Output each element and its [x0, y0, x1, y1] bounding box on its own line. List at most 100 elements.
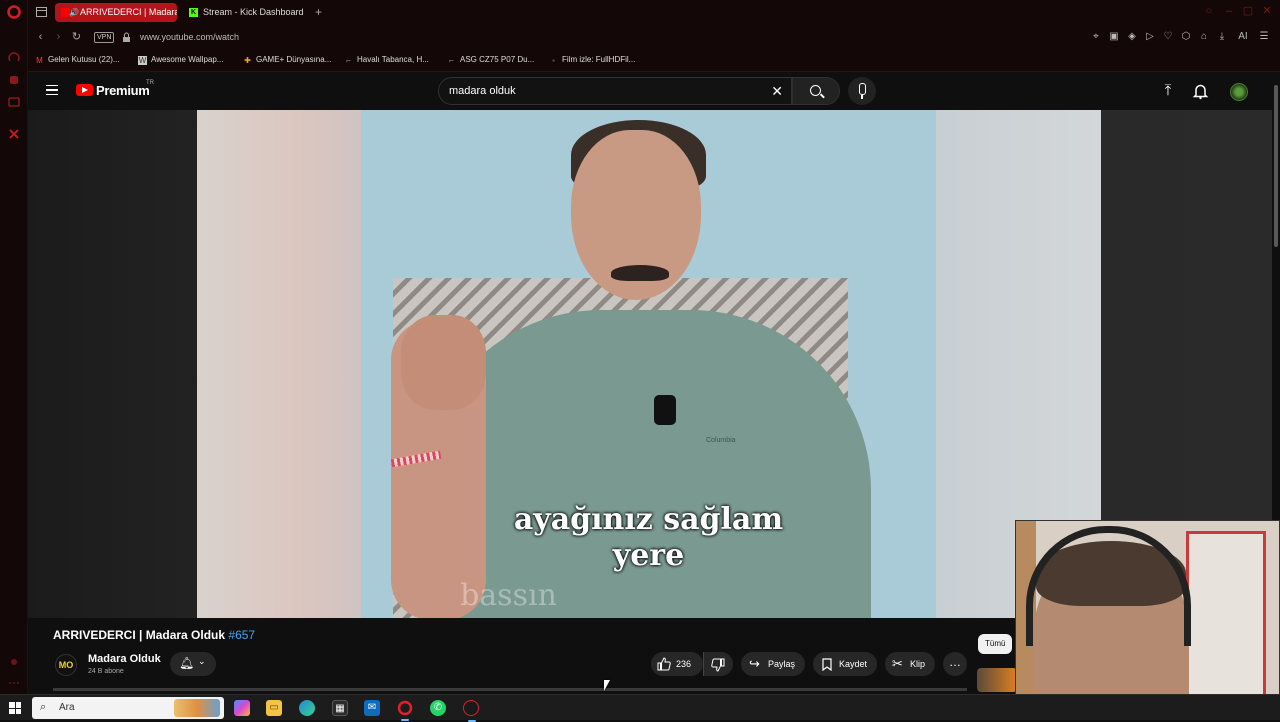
search-button[interactable]: [792, 77, 840, 105]
download-icon[interactable]: ⤓: [1216, 31, 1228, 43]
heart-icon[interactable]: ♡: [1162, 31, 1174, 43]
maximize-icon[interactable]: ▢: [1242, 5, 1254, 17]
share-icon: ↪: [749, 656, 760, 671]
opera-gx-icon[interactable]: [397, 700, 413, 721]
dislike-button[interactable]: [703, 652, 733, 676]
bookmark-asg[interactable]: ⌐ ASG CZ75 P07 Du...: [447, 55, 534, 65]
url-field[interactable]: www.youtube.com/watch: [140, 32, 239, 42]
bookmark-tabanca[interactable]: ⌐ Havalı Tabanca, H...: [344, 55, 429, 65]
subtitle-line-2: yere: [612, 538, 685, 573]
bookmark-game[interactable]: ✚ GAME+ Dünyasına...: [243, 55, 331, 65]
share-label: Paylaş: [768, 659, 796, 669]
mouse-cursor: [604, 680, 610, 691]
minimize-icon[interactable]: –: [1223, 5, 1235, 17]
menu-icon[interactable]: ☰: [1258, 31, 1270, 43]
tab-kick[interactable]: K Stream - Kick Dashboard: [183, 3, 313, 22]
x-twitter-icon[interactable]: [7, 127, 21, 141]
filter-chip-all[interactable]: Tümü: [978, 634, 1013, 654]
related-video-thumbnail[interactable]: [977, 668, 1017, 692]
account-avatar[interactable]: [1230, 83, 1248, 101]
settings-icon[interactable]: [7, 655, 21, 669]
bookmark-label: Gelen Kutusu (22)...: [48, 55, 120, 64]
audio-playing-icon[interactable]: 🔊: [69, 3, 79, 22]
bookmark-wallpaper[interactable]: W Awesome Wallpap...: [138, 55, 223, 65]
windows-taskbar: ⌕ Ara ▭ ▦ ✉ ✆: [0, 694, 1280, 722]
clip-button[interactable]: ✂ Klip: [885, 652, 935, 676]
store-icon[interactable]: ▦: [332, 700, 348, 716]
lock-icon[interactable]: [122, 32, 131, 43]
snapshot-icon[interactable]: ▣: [1108, 31, 1120, 43]
tab-youtube[interactable]: 🔊 ARRIVEDERCI | Madara: [55, 3, 177, 22]
bookmark-film[interactable]: ▪ Film izle: FullHDFil...: [549, 55, 635, 65]
windows-start-icon[interactable]: [9, 702, 21, 714]
thumbs-down-icon: [711, 658, 725, 672]
game-icon: ✚: [244, 56, 251, 65]
opera-logo-icon[interactable]: [7, 5, 21, 19]
speed-dial-icon[interactable]: [7, 51, 21, 65]
kick-favicon-icon: K: [189, 8, 198, 17]
back-icon[interactable]: ‹: [34, 31, 47, 44]
youtube-premium-wordmark[interactable]: Premium: [96, 83, 150, 98]
video-progress-track[interactable]: [53, 688, 967, 691]
upload-icon[interactable]: ⤒: [1159, 82, 1177, 100]
pin-icon[interactable]: ⌖: [1090, 31, 1102, 43]
bookmark-gmail[interactable]: M Gelen Kutusu (22)...: [35, 55, 120, 65]
opera-sidebar: [0, 0, 28, 694]
more-sidebar-icon[interactable]: [7, 676, 21, 690]
whatsapp-icon[interactable]: ✆: [430, 700, 446, 716]
notifications-bell-icon[interactable]: [1192, 83, 1209, 100]
outlook-icon[interactable]: ✉: [364, 700, 380, 716]
voice-search-icon[interactable]: [848, 77, 876, 105]
search-icon: ⌕: [40, 701, 47, 713]
search-icon: [810, 85, 821, 96]
bell-icon: 🔔︎: [179, 656, 195, 670]
hamburger-menu-icon[interactable]: [46, 85, 58, 95]
reload-icon[interactable]: ↻: [70, 31, 83, 44]
search-tabs-icon[interactable]: ○: [1203, 5, 1215, 17]
subscription-bell-button[interactable]: 🔔︎ ⌄: [170, 652, 216, 676]
share-button[interactable]: ↪ Paylaş: [741, 652, 805, 676]
tab-menu-icon[interactable]: [36, 7, 47, 17]
video-title-text: ARRIVEDERCI | Madara Olduk: [53, 628, 226, 642]
save-button[interactable]: Kaydet: [813, 652, 877, 676]
channel-name[interactable]: Madara Olduk: [88, 653, 161, 665]
thumbs-up-icon: [657, 657, 671, 671]
file-explorer-icon[interactable]: ▭: [266, 700, 282, 716]
aria-icon[interactable]: [7, 73, 21, 87]
new-tab-button[interactable]: +: [311, 3, 327, 22]
video-title-hashtag[interactable]: #657: [228, 628, 255, 642]
forward-icon[interactable]: ›: [52, 31, 65, 44]
country-code: TR: [146, 80, 154, 86]
bookmarks-bar: M Gelen Kutusu (22)... W Awesome Wallpap..…: [28, 50, 1280, 72]
browser-toolbar: ⌖ ▣ ◈ ▷ ♡ ⬡ ⌂ ⤓ AI ☰: [1090, 31, 1270, 43]
aria-ai-button[interactable]: AI: [1234, 31, 1252, 43]
scrollbar-thumb[interactable]: [1274, 85, 1278, 247]
copilot-icon[interactable]: [234, 700, 250, 716]
player-icon[interactable]: [7, 95, 21, 109]
person-fist: [401, 315, 486, 410]
bookmark-label: Film izle: FullHDFil...: [562, 55, 636, 64]
clear-search-icon[interactable]: ✕: [771, 83, 783, 100]
wallet-icon[interactable]: ⌂: [1198, 31, 1210, 43]
close-window-icon[interactable]: ✕: [1261, 5, 1273, 17]
more-actions-button[interactable]: …: [943, 652, 967, 676]
scissors-icon: ✂: [892, 656, 903, 671]
vpn-badge[interactable]: VPN: [94, 32, 115, 43]
shield-icon[interactable]: ◈: [1126, 31, 1138, 43]
gmail-icon: M: [36, 56, 43, 65]
extensions-icon[interactable]: ⬡: [1180, 31, 1192, 43]
streaming-app-icon[interactable]: [463, 700, 479, 722]
taskbar-search[interactable]: ⌕ Ara: [32, 697, 224, 719]
wallpaper-icon: W: [138, 56, 147, 65]
tab-title: Stream - Kick Dashboard: [203, 7, 304, 17]
save-label: Kaydet: [839, 659, 868, 669]
like-button[interactable]: 236: [651, 652, 703, 676]
edge-icon[interactable]: [299, 700, 315, 716]
shirt-brand: Columbia: [706, 437, 736, 444]
ai-label: AI: [1238, 31, 1248, 42]
channel-avatar[interactable]: MO: [55, 654, 77, 676]
search-query: madara olduk: [449, 85, 516, 97]
play-icon[interactable]: ▷: [1144, 31, 1156, 43]
search-input[interactable]: madara olduk ✕: [438, 77, 792, 105]
youtube-logo-icon[interactable]: [76, 84, 93, 96]
